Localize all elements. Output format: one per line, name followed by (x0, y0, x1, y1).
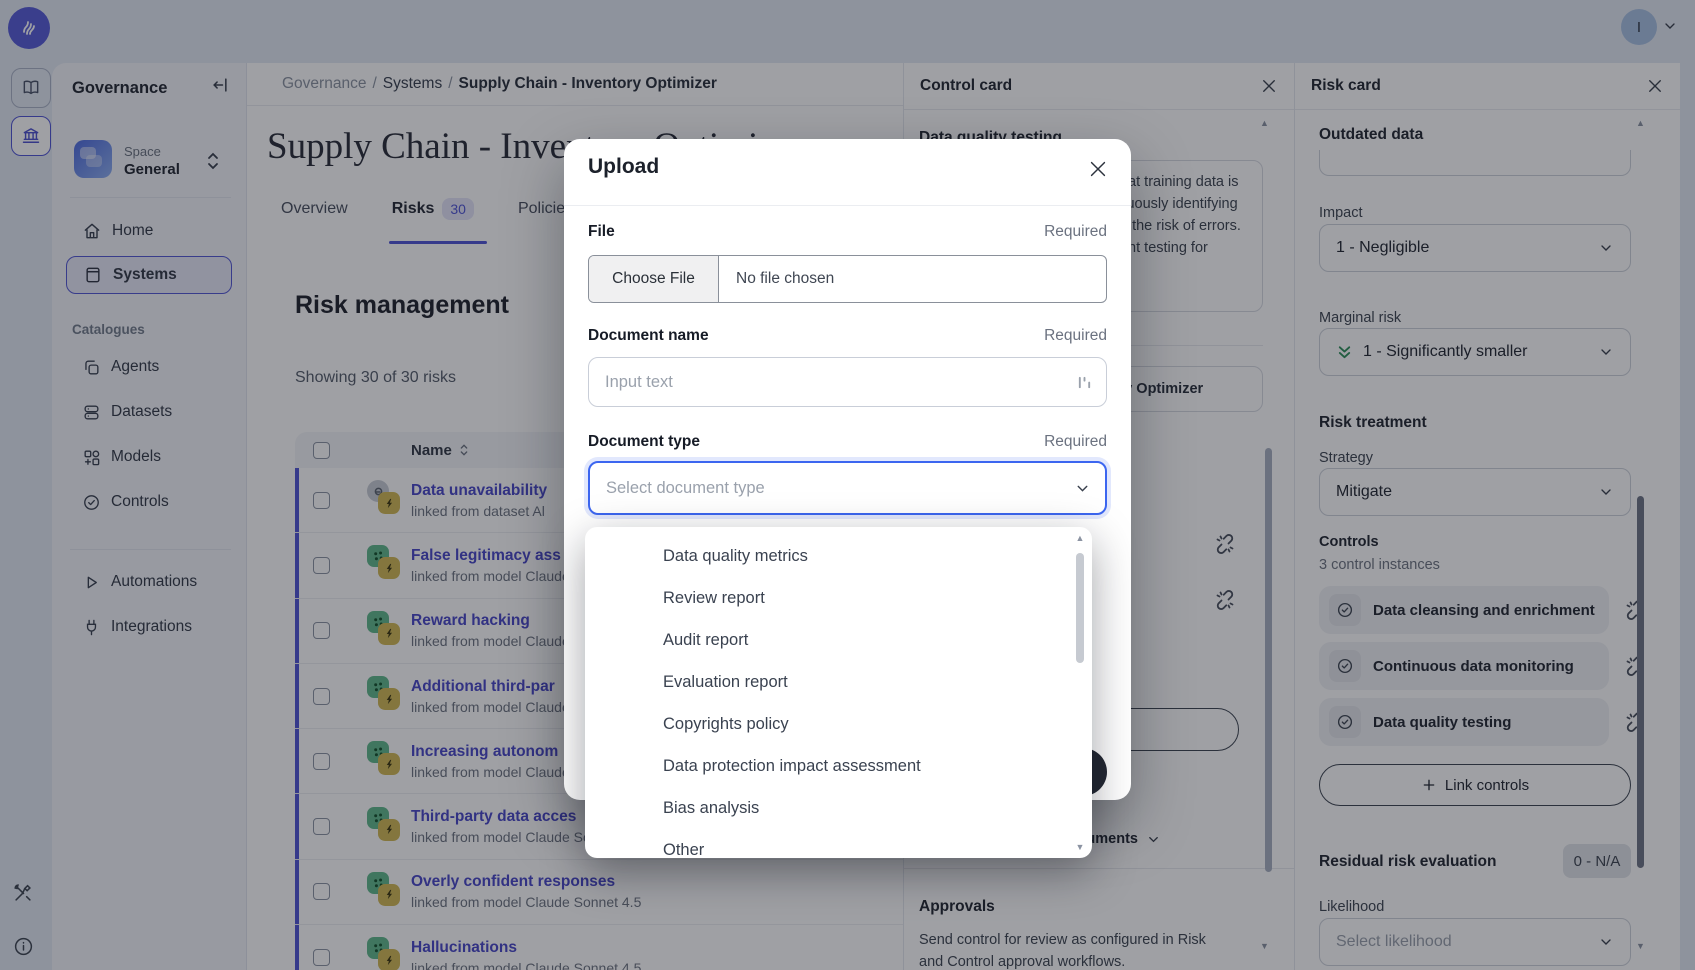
modal-title: Upload (588, 155, 659, 179)
document-name-label: Document name (588, 327, 709, 345)
text-format-icon (1077, 375, 1092, 390)
app-root: I Governance Space General Home Systems … (0, 0, 1695, 970)
required-badge: Required (1044, 223, 1107, 241)
doc-name-label-row: Document name Required (588, 327, 1107, 345)
document-type-placeholder: Select document type (606, 479, 1074, 498)
divider (564, 205, 1131, 206)
dropdown-option[interactable]: Audit report (585, 619, 1092, 661)
dropdown-option[interactable]: Data quality metrics (585, 535, 1092, 577)
choose-file-button[interactable]: Choose File (589, 256, 719, 302)
file-status: No file chosen (719, 256, 834, 302)
document-type-select[interactable]: Select document type (588, 461, 1107, 515)
scroll-up-icon[interactable]: ▲ (1076, 533, 1085, 543)
required-badge: Required (1044, 327, 1107, 345)
document-name-input[interactable]: Input text (588, 357, 1107, 407)
dropdown-option[interactable]: Evaluation report (585, 661, 1092, 703)
dropdown-options: Data quality metrics Review report Audit… (585, 527, 1092, 858)
close-icon[interactable] (1087, 158, 1109, 180)
dropdown-option[interactable]: Review report (585, 577, 1092, 619)
scroll-down-icon[interactable]: ▼ (1076, 842, 1085, 852)
document-type-label: Document type (588, 433, 700, 451)
dropdown-option[interactable]: Bias analysis (585, 787, 1092, 829)
document-name-placeholder: Input text (605, 373, 1077, 392)
scrollbar-thumb[interactable] (1076, 553, 1084, 663)
dropdown-scrollbar[interactable]: ▲ ▼ (1074, 533, 1086, 852)
document-type-dropdown: Data quality metrics Review report Audit… (585, 527, 1092, 858)
file-label: File (588, 223, 615, 241)
dropdown-option[interactable]: Copyrights policy (585, 703, 1092, 745)
file-input[interactable]: Choose File No file chosen (588, 255, 1107, 303)
file-label-row: File Required (588, 223, 1107, 241)
dropdown-option[interactable]: Data protection impact assessment (585, 745, 1092, 787)
chevron-down-icon (1074, 480, 1091, 497)
doc-type-label-row: Document type Required (588, 433, 1107, 451)
dropdown-option[interactable]: Other (585, 829, 1092, 858)
required-badge: Required (1044, 433, 1107, 451)
